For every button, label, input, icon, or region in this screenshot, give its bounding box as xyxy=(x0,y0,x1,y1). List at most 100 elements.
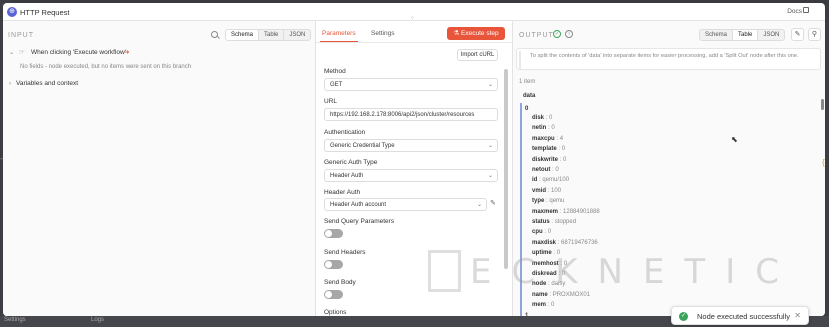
tab-settings[interactable]: Settings xyxy=(371,30,395,37)
output-field-row[interactable]: disk : 0 xyxy=(532,115,552,121)
input-view-table[interactable]: Table xyxy=(259,30,285,40)
collapse-chevron-icon[interactable]: ⌄ xyxy=(9,48,14,56)
url-input[interactable]: https://192.168.2.178:8006/api2/json/clu… xyxy=(324,108,498,121)
variables-context-label[interactable]: Variables and context xyxy=(16,80,78,87)
output-view-table[interactable]: Table xyxy=(733,30,759,40)
output-field-row[interactable]: maxmem : 12884901888 xyxy=(532,209,600,215)
output-field-value: qemu/100 xyxy=(542,177,570,184)
toast-message: Node executed successfully xyxy=(697,312,790,321)
chevron-down-icon: ⌄ xyxy=(487,143,493,149)
output-field-row[interactable]: type : qemu xyxy=(532,198,564,204)
output-field-value: 0 xyxy=(551,302,555,309)
chevron-down-icon: ⌄ xyxy=(476,202,482,208)
output-field-value: stopped xyxy=(554,219,577,225)
output-field-row[interactable]: vmid : 100 xyxy=(532,188,561,194)
bottom-settings-label[interactable]: Settings xyxy=(4,317,26,323)
url-label: URL xyxy=(324,98,338,105)
output-field-row[interactable]: netout : 0 xyxy=(532,167,559,173)
output-view-schema[interactable]: Schema xyxy=(700,30,734,40)
method-label: Method xyxy=(324,68,346,75)
output-field-row[interactable]: status : stopped xyxy=(532,219,576,225)
authentication-select[interactable]: Generic Credential Type ⌄ xyxy=(324,139,498,152)
header-auth-select[interactable]: Header Auth account ⌄ xyxy=(324,198,487,211)
info-icon[interactable]: i xyxy=(565,30,573,38)
parameters-scrollbar[interactable] xyxy=(504,69,508,269)
output-field-row[interactable]: id : qemu/100 xyxy=(532,177,569,183)
external-link-icon[interactable] xyxy=(803,7,809,13)
close-icon[interactable]: ✕ xyxy=(794,311,801,320)
execute-step-button[interactable]: ⚗ Execute step xyxy=(447,27,505,40)
expression-braces-icon[interactable]: {} xyxy=(822,158,825,167)
output-field-key: vmid xyxy=(532,187,547,194)
tabs-divider xyxy=(316,42,512,43)
output-field-row[interactable]: mem : 0 xyxy=(532,302,554,308)
tab-parameters[interactable]: Parameters xyxy=(322,30,356,37)
method-select[interactable]: GET ⌄ xyxy=(324,78,498,91)
pencil-icon[interactable]: ✎ xyxy=(490,199,496,207)
input-view-schema[interactable]: Schema xyxy=(226,30,260,40)
output-field-value: 0 xyxy=(551,125,555,132)
send-query-label: Send Query Parameters xyxy=(324,218,395,225)
success-toast: ✓ Node executed successfully ✕ xyxy=(671,306,809,325)
output-view-switch: Schema Table JSON xyxy=(699,29,786,41)
output-field-value: 4 xyxy=(559,135,564,142)
send-body-toggle[interactable] xyxy=(324,290,343,299)
output-field-value: 0 xyxy=(547,229,552,236)
success-check-icon: ✓ xyxy=(553,30,561,38)
item-count: 1 item xyxy=(519,79,536,85)
input-label: INPUT xyxy=(8,32,34,39)
output-scrollbar[interactable] xyxy=(821,99,824,110)
output-index-1[interactable]: 1 xyxy=(525,313,528,316)
watermark-text: ECKNETIC xyxy=(470,252,799,292)
authentication-label: Authentication xyxy=(324,129,366,136)
watermark-box xyxy=(428,250,461,292)
generic-auth-type-label: Generic Auth Type xyxy=(324,159,378,166)
no-fields-message: No fields - node executed, but no items … xyxy=(20,64,192,70)
output-field-row[interactable]: diskwrite : 0 xyxy=(532,157,566,163)
bottom-logs-label[interactable]: Logs xyxy=(91,317,104,323)
header-auth-value: Header Auth account xyxy=(330,202,387,208)
output-field-key: mem xyxy=(532,302,547,309)
send-query-toggle[interactable] xyxy=(324,229,343,238)
output-field-key: template xyxy=(532,146,557,153)
execute-step-label: Execute step xyxy=(461,30,499,37)
input-view-switch: Schema Table JSON xyxy=(225,29,312,41)
output-field-value: 12884901888 xyxy=(563,208,600,215)
output-field-row[interactable]: template : 0 xyxy=(532,146,565,152)
output-field-value: 0 xyxy=(555,167,559,173)
output-field-row[interactable]: maxcpu : 4 xyxy=(532,136,563,142)
pin-icon[interactable]: ⚲ xyxy=(808,28,821,41)
send-headers-toggle[interactable] xyxy=(324,260,343,269)
edit-output-icon[interactable]: ✎ xyxy=(791,28,804,41)
split-out-hint: To split the contents of 'data' into sep… xyxy=(516,48,821,70)
input-view-json[interactable]: JSON xyxy=(284,30,310,40)
hint-accent-bar xyxy=(519,51,521,69)
output-view-json[interactable]: JSON xyxy=(758,30,784,40)
output-field-row[interactable]: maxdisk : 68719476736 xyxy=(532,240,598,246)
modal-title[interactable]: HTTP Request xyxy=(20,8,69,17)
side-arrow-icon[interactable]: ↔ xyxy=(0,155,4,162)
import-curl-button[interactable]: Import cURL xyxy=(457,49,498,61)
output-field-key: maxmem xyxy=(532,208,559,215)
output-field-value: 100 xyxy=(551,187,562,194)
globe-icon: ⊕ xyxy=(7,7,17,17)
check-circle-icon: ✓ xyxy=(679,312,688,321)
output-field-key: status xyxy=(532,219,550,225)
watermark: ECKNETIC xyxy=(428,250,808,296)
trigger-node-label[interactable]: When clicking 'Execute workflow' xyxy=(31,49,126,56)
search-icon[interactable] xyxy=(211,31,218,38)
docs-link[interactable]: Docs xyxy=(787,8,802,15)
input-panel: INPUT Schema Table JSON ⌄ ☞ When clickin… xyxy=(3,21,316,316)
generic-auth-type-select[interactable]: Header Auth ⌄ xyxy=(324,169,498,182)
output-field-value: qemu xyxy=(549,198,565,205)
arrow-right-icon: ➜ xyxy=(124,49,130,56)
output-field-key: diskwrite xyxy=(532,156,559,163)
output-field-row[interactable]: cpu : 0 xyxy=(532,229,551,235)
output-field-value: 0 xyxy=(549,115,553,121)
output-field-row[interactable]: netin : 0 xyxy=(532,125,555,131)
output-root-key[interactable]: data xyxy=(523,93,535,99)
output-field-value: 68719476736 xyxy=(561,239,598,246)
chevron-down-icon: ⌄ xyxy=(487,82,493,88)
output-index-0[interactable]: 0 xyxy=(525,106,528,112)
expand-chevron-icon[interactable]: › xyxy=(9,80,11,87)
